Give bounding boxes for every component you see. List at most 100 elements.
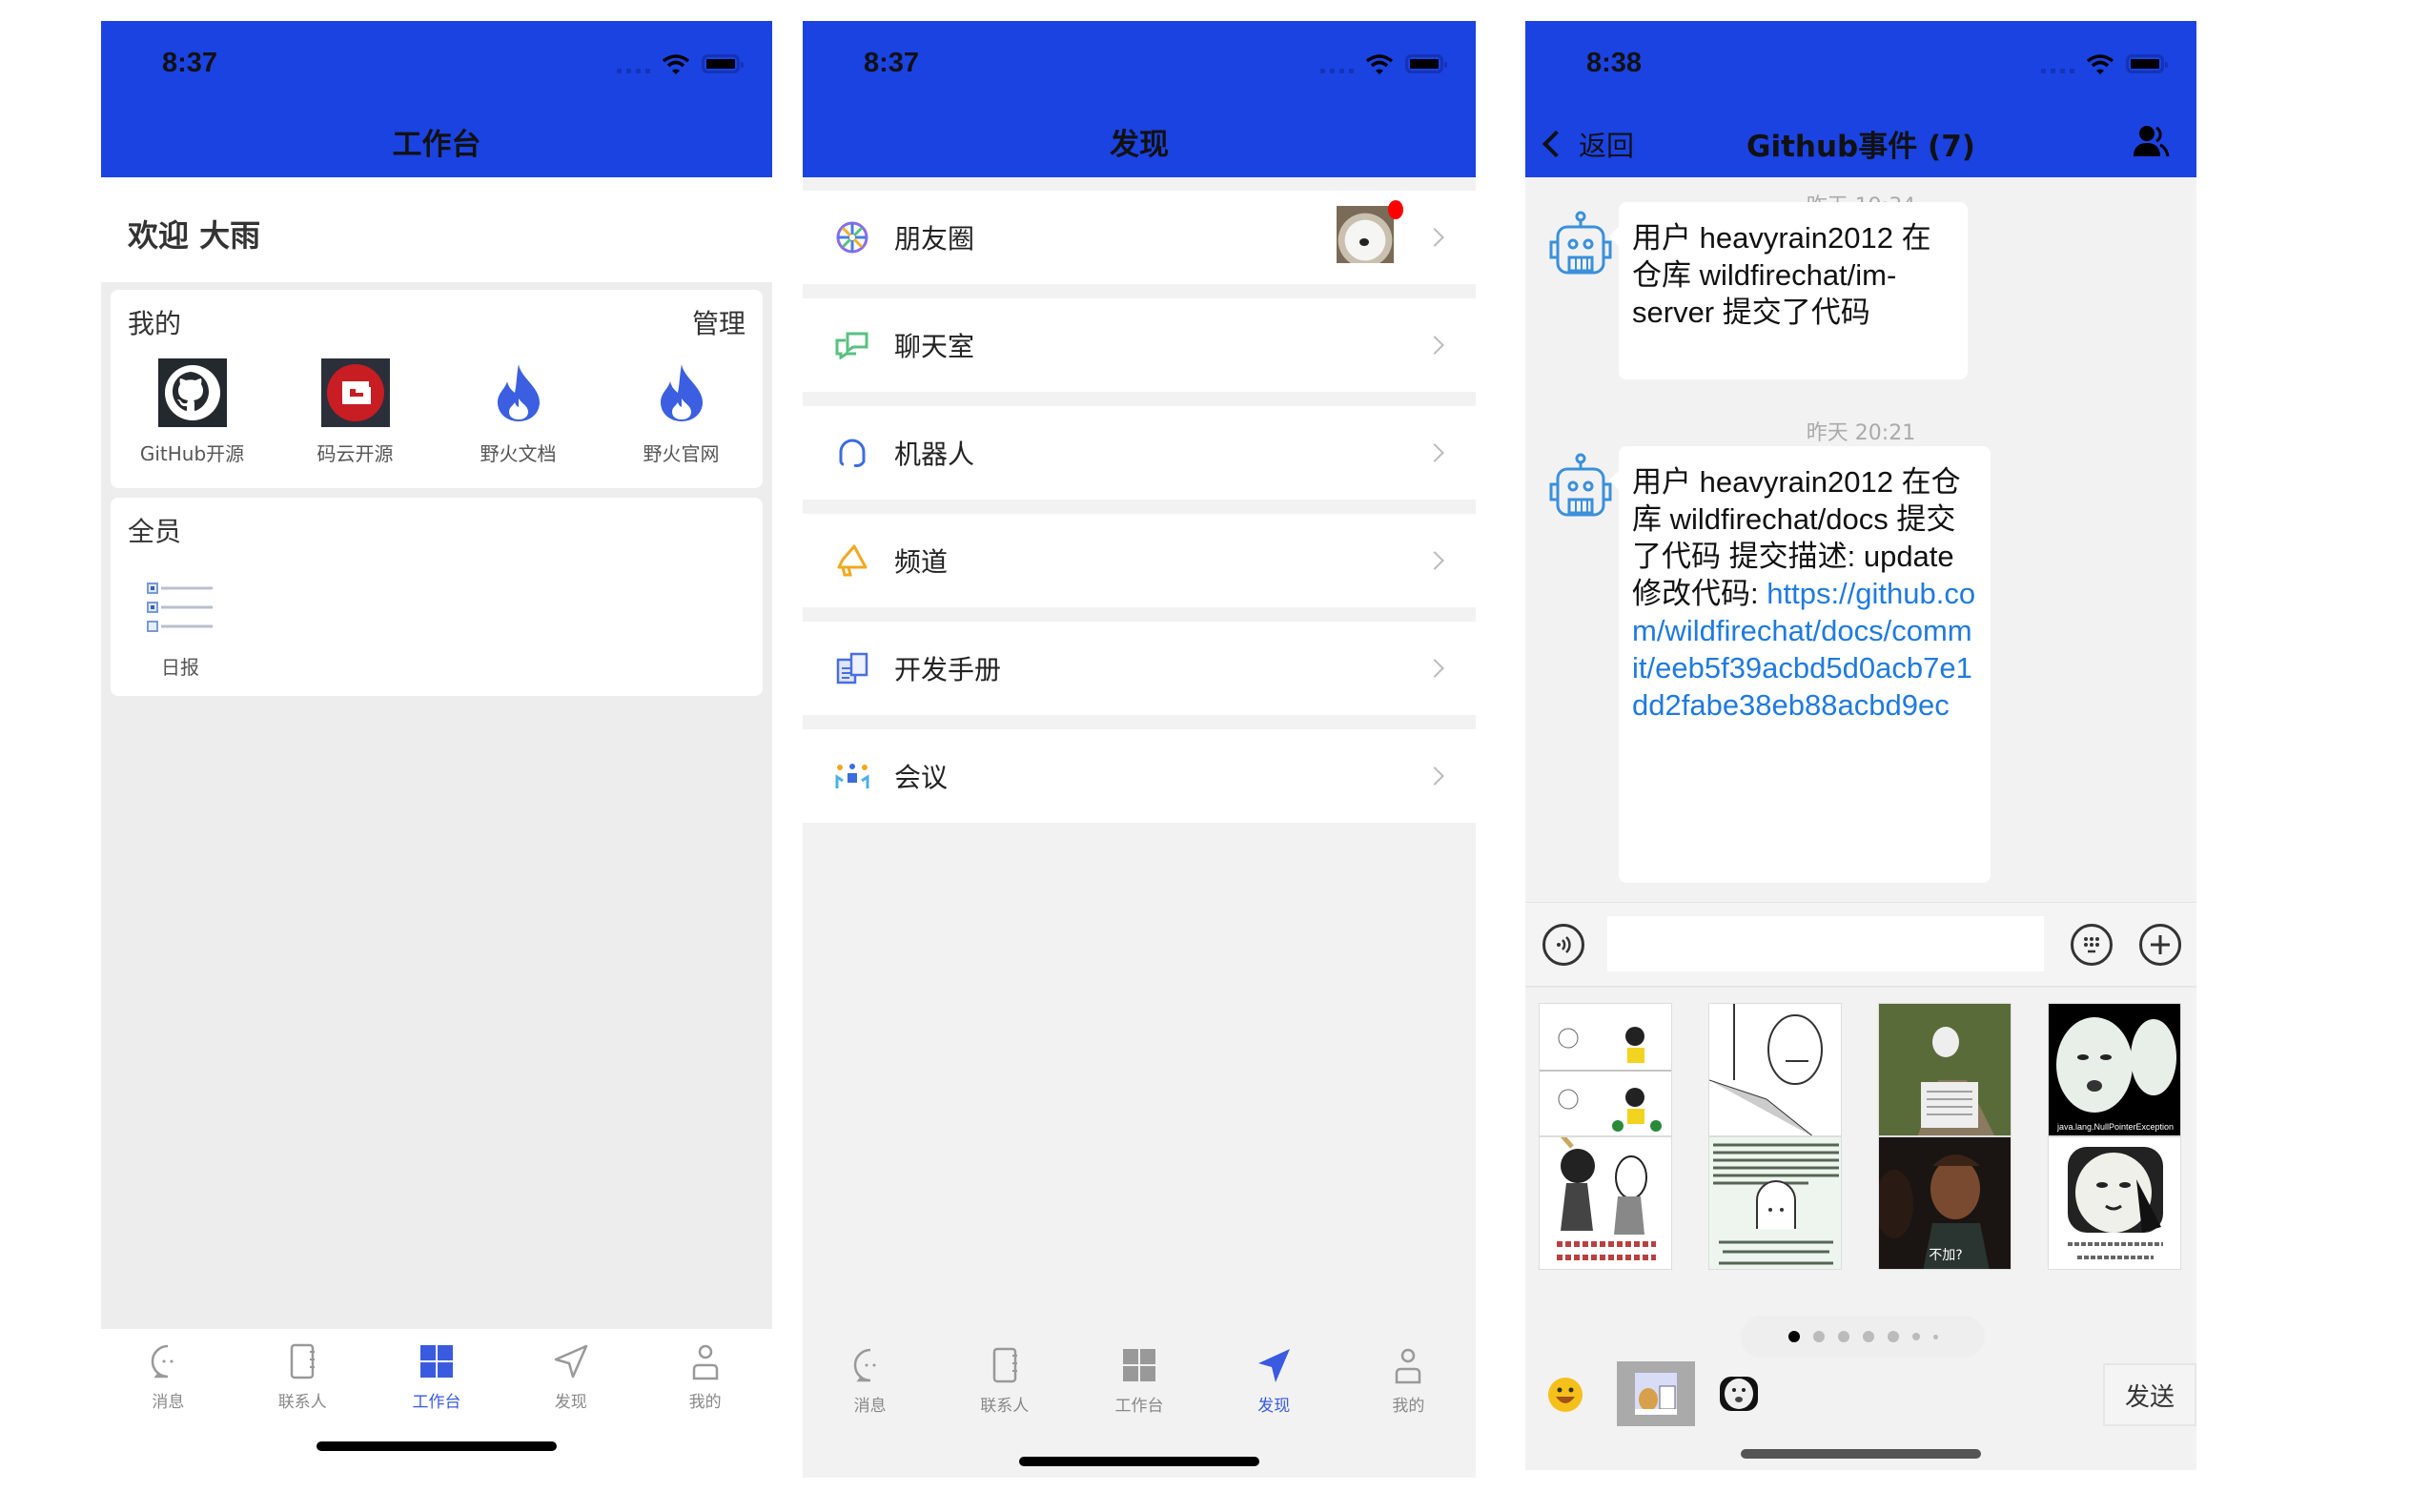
emoji-keyboard-icon	[2084, 937, 2099, 953]
chevron-right-icon	[1425, 659, 1444, 678]
page-dot[interactable]	[1932, 1334, 1938, 1339]
page-dot[interactable]	[1812, 1331, 1825, 1342]
smiley-icon	[1548, 1378, 1583, 1412]
signal-icon	[1320, 54, 1354, 73]
item-label: 频道	[894, 546, 949, 578]
sticker-grid: java.lang.NullPointerException 不加?	[1525, 993, 2196, 1270]
nav-header: 8:37 工作台	[101, 21, 772, 177]
page-title: 发现	[1110, 128, 1169, 162]
sticker-item[interactable]	[1878, 1003, 2012, 1136]
list-item-dev-manual[interactable]: 开发手册	[803, 622, 1476, 715]
plus-icon	[2151, 935, 2170, 954]
battery-icon	[1405, 54, 1447, 73]
tab-label: 工作台	[1114, 1397, 1164, 1416]
emoji-toggle-button[interactable]	[2071, 924, 2113, 966]
sticker-item[interactable]	[1708, 1003, 1842, 1136]
page-dot[interactable]	[1911, 1333, 1920, 1340]
discover-icon	[554, 1344, 588, 1379]
workbench-screen: 8:37 工作台 欢迎 大雨 我的 管理 GitHub开源 码云开源 野火文档 …	[101, 21, 772, 1461]
list-item-meeting[interactable]: 会议	[803, 729, 1476, 823]
page-dot[interactable]	[1837, 1331, 1849, 1342]
chatroom-icon	[833, 326, 871, 364]
tab-messages[interactable]: 消息	[803, 1333, 937, 1478]
tab-me[interactable]: 我的	[638, 1329, 772, 1461]
nav-header: 8:38 返回 Github事件 (7)	[1525, 21, 2196, 177]
tab-label: 我的	[1392, 1397, 1425, 1416]
doge-sticker-tab[interactable]	[1617, 1361, 1695, 1426]
panda-sticker-tab[interactable]	[1710, 1365, 1767, 1424]
person-icon	[692, 1344, 718, 1380]
app-daily-report[interactable]: 日报	[128, 582, 233, 680]
list-item-chatroom[interactable]: 聊天室	[803, 298, 1476, 392]
app-github[interactable]: GitHub开源	[111, 358, 274, 466]
panda-sticker-icon	[1720, 1377, 1758, 1411]
contacts-icon	[290, 1343, 316, 1379]
signal-icon	[617, 54, 650, 73]
app-wildfire-site[interactable]: 野火官网	[600, 358, 763, 466]
group-members-icon[interactable]	[2132, 122, 2170, 160]
tab-label: 联系人	[980, 1397, 1030, 1416]
home-indicator	[1019, 1457, 1259, 1466]
app-label: GitHub开源	[139, 442, 245, 465]
meeting-icon	[833, 757, 871, 795]
voice-toggle-button[interactable]	[1542, 924, 1584, 966]
chat-screen: 8:38 返回 Github事件 (7) 昨天 19:34 用户 heavyra…	[1525, 21, 2196, 1470]
tab-label: 工作台	[412, 1393, 461, 1412]
signal-icon	[2041, 54, 2074, 73]
moments-thumbnail	[1337, 206, 1394, 263]
message-bubble[interactable]: 用户 heavyrain2012 在仓库 wildfirechat/docs 提…	[1609, 446, 1991, 883]
robot-avatar-icon[interactable]	[1546, 210, 1615, 278]
manage-button[interactable]: 管理	[692, 303, 745, 341]
home-indicator	[1741, 1449, 1981, 1459]
app-label: 码云开源	[317, 442, 394, 465]
sticker-category-tabs	[1525, 1361, 2196, 1428]
app-wildfire-docs[interactable]: 野火文档	[437, 358, 600, 466]
more-actions-button[interactable]	[2139, 924, 2181, 966]
tab-label: 消息	[152, 1393, 185, 1412]
list-item-moments[interactable]: 朋友圈	[803, 191, 1476, 284]
page-dot[interactable]	[1787, 1331, 1800, 1342]
item-label: 会议	[894, 762, 949, 793]
message-row	[1546, 452, 1615, 521]
sticker-item[interactable]: java.lang.NullPointerException	[2048, 1003, 2181, 1136]
unread-badge	[1388, 200, 1403, 219]
status-icons	[617, 53, 744, 74]
message-timestamp: 昨天 20:21	[1806, 421, 1916, 445]
sticker-caption: 不加?	[1929, 1248, 1962, 1263]
wifi-icon	[662, 54, 690, 74]
battery-icon	[702, 54, 744, 73]
item-label: 开发手册	[894, 654, 1002, 685]
emoji-category-tab[interactable]	[1537, 1365, 1594, 1424]
status-time: 8:38	[1586, 48, 1643, 78]
page-indicator	[1741, 1316, 1985, 1358]
list-item-channel[interactable]: 频道	[803, 514, 1476, 607]
message-input[interactable]	[1607, 916, 2044, 971]
all-members-card: 全员 日报	[111, 498, 763, 696]
chat-input-bar	[1525, 902, 2196, 988]
sticker-item[interactable]	[1539, 1136, 1672, 1270]
status-icons	[1320, 53, 1447, 74]
page-dot[interactable]	[1862, 1331, 1874, 1342]
sticker-item[interactable]	[1708, 1136, 1842, 1270]
message-row	[1546, 210, 1615, 278]
app-label: 野火官网	[643, 442, 720, 465]
sticker-item[interactable]	[2048, 1136, 2181, 1270]
status-time: 8:37	[864, 48, 920, 78]
sticker-item[interactable]: 不加?	[1878, 1136, 2012, 1270]
flame-icon	[647, 358, 716, 427]
page-dot[interactable]	[1887, 1331, 1899, 1342]
grid-icon	[419, 1345, 453, 1378]
chevron-right-icon	[1425, 443, 1444, 462]
wifi-icon	[1365, 54, 1394, 74]
message-bubble[interactable]: 用户 heavyrain2012 在仓库 wildfirechat/im-ser…	[1609, 202, 1968, 379]
robot-avatar-icon[interactable]	[1546, 452, 1615, 521]
tab-messages[interactable]: 消息	[101, 1329, 235, 1461]
tab-me[interactable]: 我的	[1341, 1333, 1476, 1478]
section-title: 我的	[128, 308, 182, 339]
my-apps-card: 我的 管理 GitHub开源 码云开源 野火文档 野火官网	[111, 290, 763, 488]
list-item-robot[interactable]: 机器人	[803, 406, 1476, 500]
app-gitee[interactable]: 码云开源	[274, 358, 437, 466]
chevron-right-icon	[1425, 551, 1444, 570]
sticker-item[interactable]	[1539, 1003, 1672, 1136]
send-button[interactable]: 发送	[2103, 1363, 2196, 1426]
